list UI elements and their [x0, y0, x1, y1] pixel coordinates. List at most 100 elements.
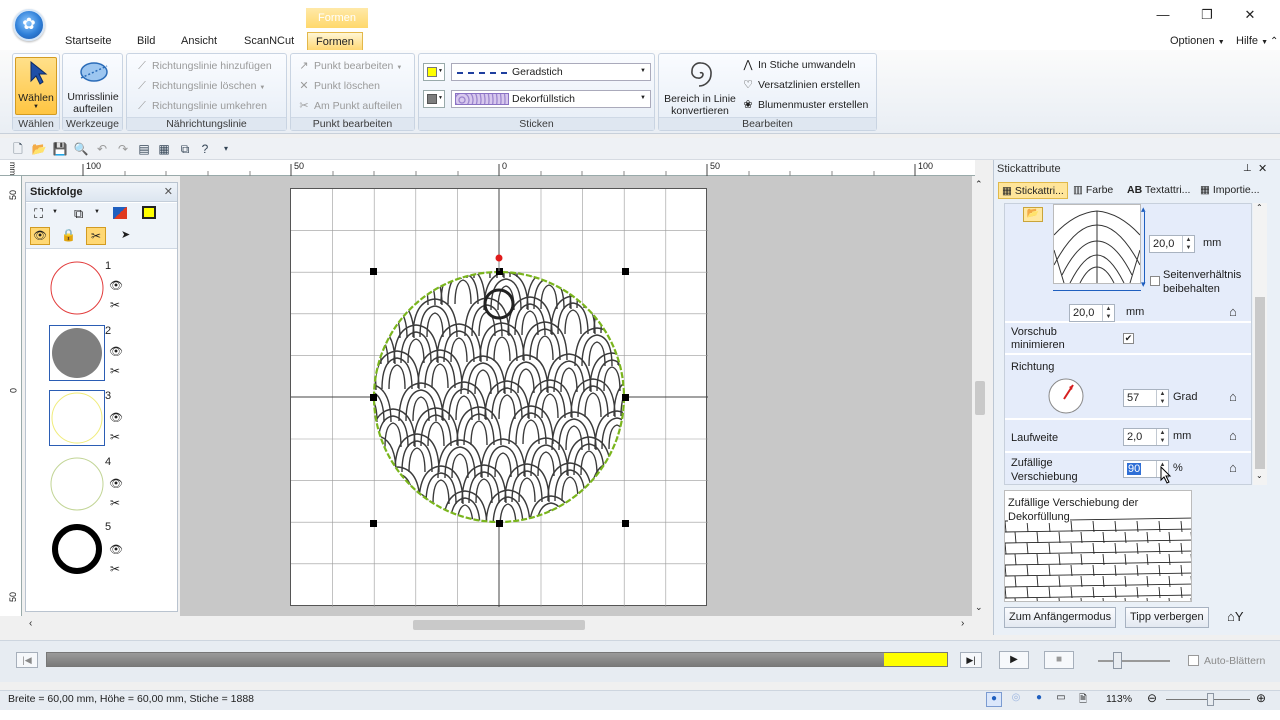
zoom-in-icon[interactable]: ⊕	[1256, 691, 1266, 705]
height-stepper[interactable]: 20,0 ▲ ▼	[1149, 235, 1195, 253]
scissors-icon[interactable]: ✂	[110, 364, 120, 378]
convert-to-stitches-button[interactable]: ⋀ In Stiche umwandeln	[741, 56, 855, 74]
stepper-arrows-icon[interactable]: ▲▼	[1156, 429, 1168, 445]
aspect-ratio-checkbox[interactable]	[1150, 276, 1160, 286]
pin-icon[interactable]: ⊥	[1243, 163, 1252, 174]
direction-dial[interactable]	[1047, 377, 1085, 415]
line-color-button[interactable]: ▼	[423, 63, 445, 81]
list-item[interactable]	[49, 521, 105, 577]
add-direction-line-button[interactable]: ⟋ Richtungslinie hinzufügen	[135, 57, 272, 75]
eye-icon[interactable]: 👁	[109, 543, 123, 556]
undo-icon[interactable]: ↶	[94, 141, 110, 157]
reset-all-icon[interactable]: ⌂Y	[1227, 609, 1244, 624]
split-outline-button[interactable]: Umrisslinie aufteilen	[65, 56, 121, 116]
save-icon[interactable]: 💾	[52, 141, 68, 157]
open-file-icon[interactable]: 📂	[31, 141, 47, 157]
close-icon[interactable]: ✕	[1258, 162, 1267, 175]
stepper-arrows-icon[interactable]: ▲▼	[1156, 390, 1168, 406]
auto-scroll-checkbox[interactable]	[1188, 655, 1199, 666]
tab-text-attributes[interactable]: AB Textattri...	[1127, 182, 1190, 199]
design-property-icon[interactable]: ▦	[156, 141, 172, 157]
reset-default-icon[interactable]: ⌂	[1229, 460, 1237, 475]
lock-icon[interactable]: 🔒	[61, 228, 76, 242]
zoom-out-icon[interactable]: ⊖	[1147, 691, 1157, 705]
direction-stepper[interactable]: 57 ▲ ▼	[1123, 389, 1169, 407]
skip-start-button[interactable]: |◀	[16, 652, 38, 668]
view-page-icon[interactable]: ▭	[1053, 692, 1069, 707]
redo-icon[interactable]: ↷	[115, 141, 131, 157]
stepper-arrows-icon[interactable]: ▲▼	[1182, 236, 1194, 252]
scissors-icon[interactable]: ✂	[110, 430, 120, 444]
rotate-handle[interactable]	[495, 254, 503, 262]
list-item[interactable]	[49, 325, 105, 381]
new-file-icon[interactable]: 🗋	[10, 141, 26, 157]
design-canvas[interactable]	[291, 189, 708, 607]
play-button[interactable]: ▶	[999, 651, 1029, 669]
stepper-arrows-icon[interactable]: ▲▼	[1102, 305, 1114, 321]
horizontal-scrollbar[interactable]: ‹ ›	[25, 616, 975, 634]
scroll-thumb[interactable]	[413, 620, 585, 630]
scissors-icon[interactable]: ✂	[110, 496, 120, 510]
chevron-down-icon[interactable]: ▼	[52, 209, 58, 215]
tab-startseite[interactable]: Startseite	[61, 32, 115, 50]
list-item[interactable]	[49, 260, 105, 316]
options-menu[interactable]: Optionen ▼	[1166, 32, 1229, 50]
view-stitch-icon[interactable]: ●	[1031, 692, 1047, 707]
panel-scrollbar[interactable]: ⌃ ⌄	[1253, 203, 1267, 485]
edit-point-button[interactable]: ↗ Punkt bearbeiten ▼	[297, 57, 402, 75]
scissors-icon[interactable]: ✂	[110, 562, 120, 576]
eye-icon[interactable]: 👁	[109, 345, 123, 358]
eye-icon[interactable]: 👁	[109, 411, 123, 424]
list-item[interactable]	[49, 390, 105, 446]
line-stitch-select[interactable]: Geradstich ▼	[451, 63, 651, 81]
flower-pattern-button[interactable]: ❀ Blumenmuster erstellen	[741, 96, 868, 114]
customize-toolbar-icon[interactable]: ▾	[218, 141, 234, 157]
color-sort-icon[interactable]	[113, 207, 127, 219]
tab-bild[interactable]: Bild	[133, 32, 159, 50]
folder-open-icon[interactable]: 📂	[1023, 207, 1043, 222]
close-button[interactable]: ✕	[1240, 6, 1260, 24]
vertical-scrollbar[interactable]: ⌃ ⌄	[972, 176, 988, 616]
scissors-icon[interactable]: ✂	[86, 227, 106, 245]
maximize-button[interactable]: ❐	[1197, 6, 1217, 24]
view-realistic-icon[interactable]: ◎	[1008, 692, 1024, 707]
view-design-icon[interactable]: ●	[986, 692, 1002, 707]
speed-slider[interactable]	[1098, 660, 1170, 662]
tab-import[interactable]: ▦ Importie...	[1200, 182, 1260, 199]
zoom-icon[interactable]: 🔍	[73, 141, 89, 157]
beginner-mode-button[interactable]: Zum Anfängermodus	[1004, 607, 1117, 628]
zoom-slider-thumb[interactable]	[1207, 693, 1214, 706]
scroll-thumb[interactable]	[975, 381, 985, 415]
view-preview-icon[interactable]: 🗎	[1075, 692, 1091, 707]
stitch-progress-bar[interactable]	[46, 652, 948, 667]
minimize-feed-checkbox[interactable]: ✔	[1123, 333, 1134, 344]
scroll-down-icon[interactable]: ⌄	[975, 602, 983, 613]
reset-default-icon[interactable]: ⌂	[1229, 389, 1237, 404]
scroll-up-icon[interactable]: ⌃	[1256, 203, 1263, 212]
scroll-down-icon[interactable]: ⌄	[1256, 471, 1263, 480]
list-item[interactable]	[49, 456, 105, 512]
fill-color-button[interactable]: ▼	[423, 90, 445, 108]
ribbon-collapse-icon[interactable]: ⌃	[1270, 36, 1278, 47]
embroidery-hoop[interactable]	[290, 188, 708, 607]
frame-color-icon[interactable]	[142, 206, 156, 219]
eye-icon[interactable]: 👁	[109, 279, 123, 292]
scroll-up-icon[interactable]: ⌃	[975, 179, 983, 190]
pointer-icon[interactable]: ➤	[121, 228, 130, 241]
minimize-button[interactable]: —	[1153, 6, 1173, 24]
chevron-down-icon[interactable]: ▼	[94, 209, 100, 215]
delete-point-button[interactable]: ✕ Punkt löschen	[297, 77, 380, 95]
convert-area-to-line-button[interactable]: Bereich in Linie konvertieren	[661, 56, 739, 117]
run-pitch-stepper[interactable]: 2,0 ▲ ▼	[1123, 428, 1169, 446]
tab-formen[interactable]: Formen	[307, 32, 363, 50]
eye-icon[interactable]: 👁	[30, 227, 50, 245]
fit-view-icon[interactable]: ⛶	[34, 206, 43, 222]
close-icon[interactable]: ✕	[164, 183, 173, 202]
scroll-thumb[interactable]	[1255, 297, 1265, 469]
tab-stitch-attributes[interactable]: ▦ Stickattri...	[998, 182, 1068, 199]
group-icon[interactable]: ⧉	[74, 206, 83, 222]
transfer-icon[interactable]: ⧉	[177, 141, 193, 157]
scroll-right-icon[interactable]: ›	[961, 618, 964, 629]
split-at-point-button[interactable]: ✂ Am Punkt aufteilen	[297, 97, 402, 115]
width-stepper[interactable]: 20,0 ▲ ▼	[1069, 304, 1115, 322]
